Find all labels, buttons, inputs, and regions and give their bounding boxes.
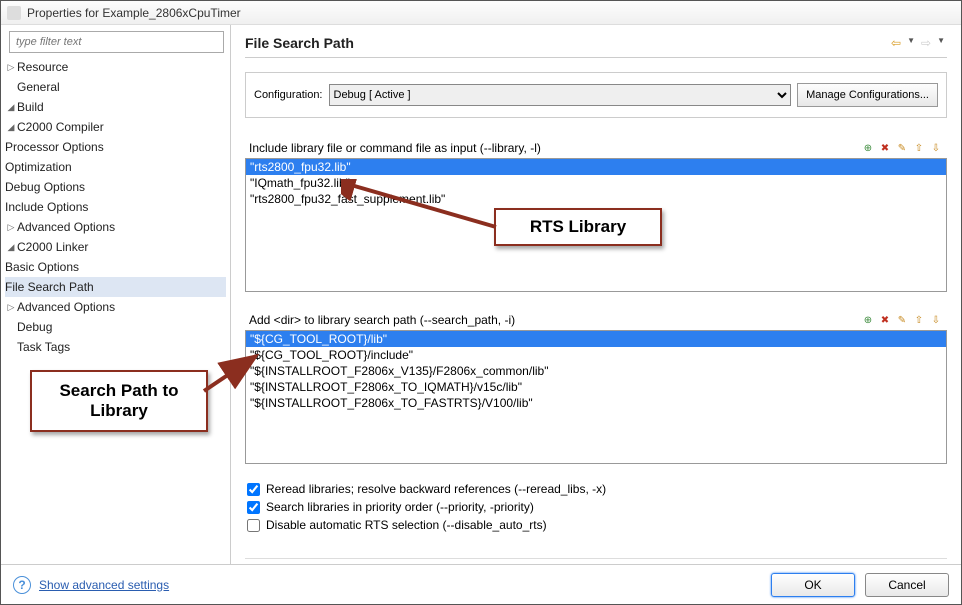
list-item[interactable]: "rts2800_fpu32_fast_supplement.lib" bbox=[246, 191, 946, 207]
app-icon bbox=[7, 6, 21, 20]
tree-build[interactable]: ◢Build bbox=[5, 97, 226, 117]
configuration-group: Configuration: Debug [ Active ] Manage C… bbox=[245, 72, 947, 118]
search-path-listbox[interactable]: "${CG_TOOL_ROOT}/lib" "${CG_TOOL_ROOT}/i… bbox=[245, 330, 947, 464]
list-item[interactable]: "rts2800_fpu32.lib" bbox=[246, 159, 946, 175]
footer: ? Show advanced settings OK Cancel bbox=[1, 564, 961, 604]
annotation-rts-library: RTS Library bbox=[494, 208, 662, 246]
forward-icon[interactable]: ⇨ bbox=[919, 36, 933, 50]
reread-libs-label: Reread libraries; resolve backward refer… bbox=[266, 482, 606, 496]
tree-debug-options[interactable]: Debug Options bbox=[5, 177, 226, 197]
advanced-settings-link[interactable]: Show advanced settings bbox=[39, 578, 169, 592]
disable-auto-rts-row[interactable]: Disable automatic RTS selection (--disab… bbox=[245, 518, 947, 532]
cancel-button[interactable]: Cancel bbox=[865, 573, 949, 597]
page-nav: ⇦ ▼ ⇨ ▼ bbox=[889, 36, 947, 50]
ok-button[interactable]: OK bbox=[771, 573, 855, 597]
forward-menu-icon[interactable]: ▼ bbox=[935, 36, 947, 50]
search-path-label: Add <dir> to library search path (--sear… bbox=[249, 313, 515, 327]
tree-adv-linker[interactable]: ▷Advanced Options bbox=[5, 297, 226, 317]
priority-label: Search libraries in priority order (--pr… bbox=[266, 500, 534, 514]
page-title: File Search Path bbox=[245, 35, 354, 51]
move-down-icon[interactable]: ⇩ bbox=[929, 141, 943, 155]
filter-input[interactable] bbox=[9, 31, 224, 53]
annotation-search-path: Search Path to Library bbox=[30, 370, 208, 432]
window-title: Properties for Example_2806xCpuTimer bbox=[27, 6, 241, 20]
include-library-label: Include library file or command file as … bbox=[249, 141, 541, 155]
tree-processor-options[interactable]: Processor Options bbox=[5, 137, 226, 157]
tree-resource[interactable]: ▷Resource bbox=[5, 57, 226, 77]
separator bbox=[245, 558, 947, 559]
add-file-icon[interactable]: ⊕ bbox=[861, 141, 875, 155]
content-panel: File Search Path ⇦ ▼ ⇨ ▼ Configuration: … bbox=[231, 25, 961, 564]
edit-icon[interactable]: ✎ bbox=[895, 141, 909, 155]
delete-icon[interactable]: ✖ bbox=[878, 141, 892, 155]
move-up-icon[interactable]: ⇧ bbox=[912, 141, 926, 155]
tree-adv-compiler[interactable]: ▷Advanced Options bbox=[5, 217, 226, 237]
tree-c2000-linker[interactable]: ◢C2000 Linker bbox=[5, 237, 226, 257]
tree-c2000-compiler[interactable]: ◢C2000 Compiler bbox=[5, 117, 226, 137]
priority-checkbox[interactable] bbox=[247, 501, 260, 514]
tree-basic-options[interactable]: Basic Options bbox=[5, 257, 226, 277]
back-menu-icon[interactable]: ▼ bbox=[905, 36, 917, 50]
list-item[interactable]: "${INSTALLROOT_F2806x_TO_FASTRTS}/V100/l… bbox=[246, 395, 946, 411]
list-item[interactable]: "IQmath_fpu32.lib" bbox=[246, 175, 946, 191]
disable-auto-rts-label: Disable automatic RTS selection (--disab… bbox=[266, 518, 547, 532]
configuration-select[interactable]: Debug [ Active ] bbox=[329, 84, 792, 106]
priority-row[interactable]: Search libraries in priority order (--pr… bbox=[245, 500, 947, 514]
list-item[interactable]: "${CG_TOOL_ROOT}/lib" bbox=[246, 331, 946, 347]
tree-general[interactable]: General bbox=[5, 77, 226, 97]
tree-file-search-path[interactable]: File Search Path bbox=[5, 277, 226, 297]
configuration-label: Configuration: bbox=[254, 89, 323, 101]
add-file-icon[interactable]: ⊕ bbox=[861, 313, 875, 327]
disable-auto-rts-checkbox[interactable] bbox=[247, 519, 260, 532]
help-icon[interactable]: ? bbox=[13, 576, 31, 594]
list-item[interactable]: "${INSTALLROOT_F2806x_V135}/F2806x_commo… bbox=[246, 363, 946, 379]
list-item[interactable]: "${INSTALLROOT_F2806x_TO_IQMATH}/v15c/li… bbox=[246, 379, 946, 395]
reread-libs-checkbox[interactable] bbox=[247, 483, 260, 496]
manage-configurations-button[interactable]: Manage Configurations... bbox=[797, 83, 938, 107]
list-item[interactable]: "${CG_TOOL_ROOT}/include" bbox=[246, 347, 946, 363]
edit-icon[interactable]: ✎ bbox=[895, 313, 909, 327]
sidebar: ▷Resource General ◢Build ◢C2000 Compiler… bbox=[1, 25, 231, 564]
nav-tree: ▷Resource General ◢Build ◢C2000 Compiler… bbox=[5, 57, 226, 357]
tree-optimization[interactable]: Optimization bbox=[5, 157, 226, 177]
tree-task-tags[interactable]: Task Tags bbox=[5, 337, 226, 357]
move-down-icon[interactable]: ⇩ bbox=[929, 313, 943, 327]
move-up-icon[interactable]: ⇧ bbox=[912, 313, 926, 327]
delete-icon[interactable]: ✖ bbox=[878, 313, 892, 327]
back-icon[interactable]: ⇦ bbox=[889, 36, 903, 50]
tree-include-options[interactable]: Include Options bbox=[5, 197, 226, 217]
reread-libs-row[interactable]: Reread libraries; resolve backward refer… bbox=[245, 482, 947, 496]
title-bar: Properties for Example_2806xCpuTimer bbox=[1, 1, 961, 25]
tree-debug[interactable]: Debug bbox=[5, 317, 226, 337]
